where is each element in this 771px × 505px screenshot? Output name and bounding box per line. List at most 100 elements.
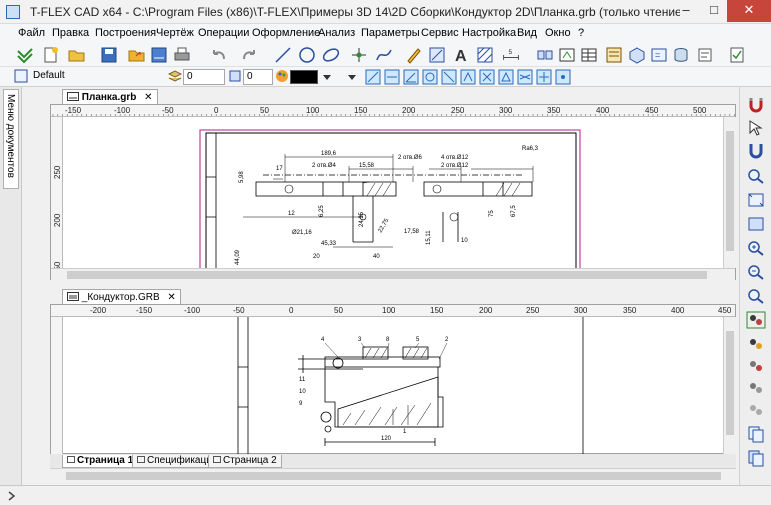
properties-icon[interactable] — [696, 46, 714, 64]
windows-icon[interactable] — [746, 449, 766, 467]
color-palette-icon[interactable] — [275, 69, 289, 83]
menu-parameters[interactable]: Параметры — [361, 27, 420, 39]
save-icon[interactable] — [100, 46, 118, 64]
model-3d-icon[interactable] — [628, 46, 646, 64]
bom-icon[interactable] — [605, 46, 623, 64]
doc2-horizontal-scrollbar[interactable] — [50, 468, 736, 482]
confirm-icon[interactable] — [16, 46, 34, 64]
doc2-close-icon[interactable]: ✕ — [167, 292, 175, 303]
snap-toggle-icon[interactable] — [746, 357, 766, 375]
page-tab-2[interactable]: Страница 2 — [208, 455, 282, 468]
doc1-vscroll-thumb[interactable] — [726, 131, 734, 251]
new-document-icon[interactable] — [42, 46, 60, 64]
fragment-icon[interactable] — [536, 46, 554, 64]
page-tab-1[interactable]: Страница 1 — [62, 455, 139, 468]
color-swatch[interactable] — [290, 70, 318, 84]
doc1-tab-label: Планка.grb — [81, 92, 137, 103]
select-icon[interactable] — [746, 119, 766, 137]
snap-angle-icon[interactable] — [403, 69, 419, 85]
dimension-icon[interactable]: 5 — [502, 46, 520, 64]
menu-window[interactable]: Окно — [545, 27, 571, 39]
doc1-horizontal-scrollbar[interactable] — [51, 268, 735, 281]
zoom-icon[interactable] — [746, 167, 766, 185]
zoom-previous-icon[interactable] — [746, 287, 766, 305]
doc2-vertical-scrollbar[interactable] — [723, 317, 736, 455]
menu-edit[interactable]: Правка — [52, 27, 89, 39]
expand-arrow-icon[interactable] — [6, 490, 18, 502]
ellipse-icon[interactable] — [322, 46, 340, 64]
menu-file[interactable]: Файл — [18, 27, 45, 39]
objects-filter-icon[interactable] — [746, 335, 766, 353]
close-button[interactable]: ✕ — [727, 0, 771, 22]
snap-circle-icon[interactable] — [422, 69, 438, 85]
view-icon[interactable] — [558, 46, 576, 64]
menu-analysis[interactable]: Анализ — [318, 27, 355, 39]
zoom-all-icon[interactable] — [746, 215, 766, 233]
doc1-view[interactable]: -150 -100 -50 0 50 100 150 200 250 300 3… — [50, 104, 736, 281]
maximize-button[interactable]: □ — [700, 0, 728, 22]
sketch-icon[interactable] — [405, 46, 423, 64]
checklist-icon[interactable] — [728, 46, 746, 64]
level-field[interactable]: 0 — [243, 69, 273, 85]
menu-help[interactable]: ? — [578, 27, 584, 39]
print-icon[interactable] — [173, 46, 191, 64]
text-icon[interactable]: A — [452, 46, 470, 64]
doc1-tab[interactable]: Планка.grb ✕ — [62, 89, 158, 105]
dimension-filter-icon[interactable] — [746, 401, 766, 419]
save-as-icon[interactable] — [150, 46, 168, 64]
doc2-view[interactable]: -200 -150 -100 -50 0 50 100 150 200 250 … — [50, 304, 736, 455]
zoom-out-icon[interactable] — [746, 263, 766, 281]
color-dropdown-icon[interactable] — [320, 70, 334, 84]
snap-middle-icon[interactable] — [479, 69, 495, 85]
dim-label: 5,98 — [239, 171, 245, 183]
menu-settings[interactable]: Настройка — [462, 27, 516, 39]
zoom-in-icon[interactable] — [746, 239, 766, 257]
snap-center-icon[interactable] — [498, 69, 514, 85]
zoom-window-icon[interactable] — [746, 191, 766, 209]
doc2-vscroll-thumb[interactable] — [726, 331, 734, 435]
layers-visibility-icon[interactable] — [746, 311, 766, 329]
minimize-button[interactable]: – — [672, 0, 700, 22]
magnet-icon[interactable] — [746, 95, 766, 113]
menu-construct[interactable]: Построения — [95, 27, 156, 39]
database-icon[interactable] — [672, 46, 690, 64]
document-menu-tab[interactable]: Меню документов — [3, 89, 19, 189]
snap-end-icon[interactable] — [460, 69, 476, 85]
sketch-edit-icon[interactable] — [428, 46, 446, 64]
hatch-icon[interactable] — [476, 46, 494, 64]
doc2-drawing-canvas[interactable]: 4 3 8 5 2 11 10 9 1 120 — [63, 317, 723, 455]
spline-icon[interactable] — [375, 46, 393, 64]
snap-line-icon[interactable] — [384, 69, 400, 85]
doc1-drawing-canvas[interactable]: 189,6 15,58 2 отв.Ø4 2 отв.Ø6 4 отв.Ø12 … — [63, 117, 723, 268]
snap-tangent-icon[interactable] — [441, 69, 457, 85]
menu-service[interactable]: Сервис — [421, 27, 459, 39]
undo-icon[interactable] — [210, 46, 228, 64]
variables-icon[interactable]: = — [650, 46, 668, 64]
snap-grid-icon[interactable] — [536, 69, 552, 85]
show-hidden-icon[interactable] — [746, 379, 766, 397]
style-field[interactable]: Default — [30, 69, 150, 85]
menu-view[interactable]: Вид — [517, 27, 537, 39]
doc2-tab[interactable]: _Кондуктор.GRB ✕ — [62, 289, 181, 305]
doc2-hscroll-thumb[interactable] — [66, 472, 721, 480]
open-icon[interactable] — [68, 46, 86, 64]
menu-operations[interactable]: Операции — [198, 27, 249, 39]
circle-icon[interactable] — [298, 46, 316, 64]
doc1-vertical-scrollbar[interactable] — [723, 117, 736, 268]
doc1-close-icon[interactable]: ✕ — [144, 92, 152, 103]
menu-drawing[interactable]: Чертёж — [156, 27, 194, 39]
open-folder-icon[interactable] — [128, 46, 146, 64]
redo-icon[interactable] — [240, 46, 258, 64]
snap-intersection-icon[interactable] — [517, 69, 533, 85]
doc1-hscroll-thumb[interactable] — [67, 271, 707, 279]
table-icon[interactable] — [580, 46, 598, 64]
snap-node-icon[interactable] — [365, 69, 381, 85]
node-icon[interactable] — [350, 46, 368, 64]
layer-field[interactable]: 0 — [183, 69, 225, 85]
menu-design[interactable]: Оформление — [252, 27, 320, 39]
snap-magnet-icon[interactable] — [746, 141, 766, 159]
pages-icon[interactable] — [746, 425, 766, 443]
line-type-icon[interactable] — [345, 70, 359, 84]
snap-point-icon[interactable] — [555, 69, 571, 85]
line-icon[interactable] — [274, 46, 292, 64]
